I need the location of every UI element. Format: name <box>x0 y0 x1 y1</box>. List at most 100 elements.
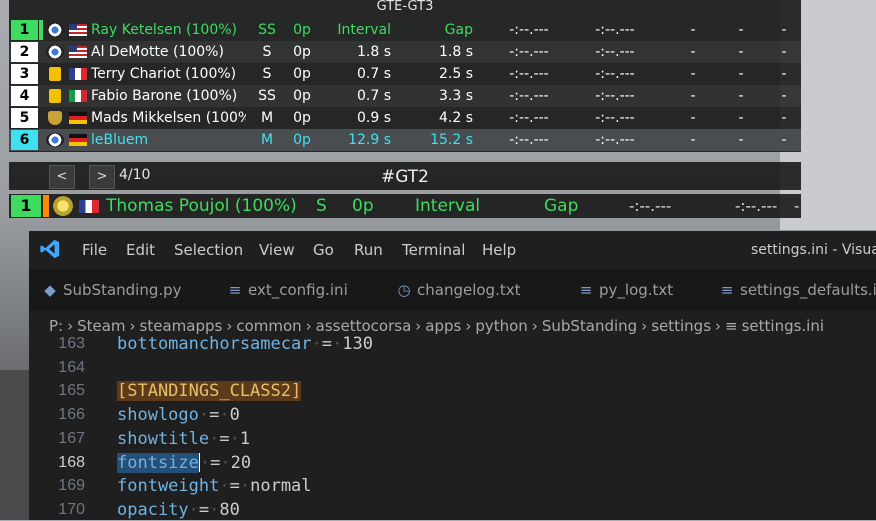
line-number: 166 <box>58 406 85 424</box>
pit-count: 0p <box>293 66 311 82</box>
code-line[interactable]: opacity·=·80 <box>117 499 240 521</box>
position-badge: 5 <box>11 108 38 128</box>
tab-ext-config-ini[interactable]: ≡ ext_config.ini <box>214 269 384 311</box>
breadcrumb-item[interactable]: apps <box>425 317 461 335</box>
tab-substanding-py[interactable]: ◆ SubStanding.py <box>29 269 215 311</box>
delta-value: - <box>738 132 744 148</box>
menu-view[interactable]: View <box>259 231 295 269</box>
whitespace-dot: · <box>209 499 220 520</box>
delta-value: - <box>738 44 744 60</box>
chevron-right-icon: › <box>531 317 538 335</box>
lap-time: -:--.--- <box>509 132 549 148</box>
lines-icon: ≡ <box>579 281 593 299</box>
pit-count: 0p <box>293 22 311 38</box>
best-lap-time: -:--.--- <box>595 110 635 126</box>
breadcrumb-item[interactable]: SubStanding <box>542 317 637 335</box>
whitespace-dot: · <box>198 405 210 426</box>
gap-value: 3.3 s <box>438 88 473 104</box>
delta-value: - <box>690 110 696 126</box>
italy-flag-icon <box>69 90 87 102</box>
pit-count: 0p <box>293 44 311 60</box>
breadcrumb-item[interactable]: python <box>475 317 527 335</box>
lap-time: -:--.--- <box>509 22 549 38</box>
interval-value: 0.9 s <box>356 110 391 126</box>
code-editor[interactable]: 163 bottomanchorsamecar·=·130 164 165 [STAND… <box>29 334 876 521</box>
code-line[interactable]: showlogo·=·0 <box>117 404 240 426</box>
equals-sign: = <box>229 476 240 497</box>
window-title: settings.ini - Visual <box>751 242 876 258</box>
delta-value: - <box>690 88 696 104</box>
code-line[interactable]: showtitle·=·1 <box>117 428 250 450</box>
code-line[interactable]: [STANDINGS_CLASS2] <box>117 380 302 402</box>
interval-value: 0.7 s <box>356 66 391 82</box>
driver-name: Terry Chariot (100%) <box>91 66 237 82</box>
gap-header: Gap <box>444 22 473 38</box>
menu-file[interactable]: File <box>82 231 107 269</box>
tab-settings-defaults-i[interactable]: ≡ settings_defaults.i <box>706 269 876 311</box>
gap-value: 15.2 s <box>430 132 473 148</box>
interval-header: Interval <box>415 196 481 216</box>
equals-sign: = <box>210 452 221 473</box>
delta-value: - <box>738 110 744 126</box>
line-number: 163 <box>58 335 85 352</box>
whitespace-dot: · <box>188 499 199 520</box>
whitespace-dot: · <box>219 476 230 497</box>
standings-row[interactable]: 5 Mads Mikkelsen (100% M 0p 0.9 s 4.2 s -:--.-… <box>9 107 801 129</box>
next-page-button[interactable]: > <box>89 165 115 189</box>
equals-sign: = <box>321 334 332 354</box>
lap-time: -:--.--- <box>509 88 549 104</box>
code-line[interactable]: bottomanchorsamecar·=·130 <box>117 333 373 355</box>
whitespace-dot: · <box>209 428 220 449</box>
germany-flag-icon <box>69 112 87 124</box>
standings-row[interactable]: 2 Al DeMotte (100%) S 0p 1.8 s 1.8 s -:--.--- -… <box>9 41 801 63</box>
lines-icon: ≡ <box>228 281 242 299</box>
driver-name: Thomas Poujol (100%) <box>106 196 297 216</box>
driver-name: leBluem <box>91 132 149 148</box>
driver-class: M <box>260 110 274 126</box>
driver-class: SS <box>258 22 276 38</box>
standings-row[interactable]: 6 leBluem M 0p 12.9 s 15.2 s -:--.--- -:--.--- -… <box>9 129 801 151</box>
clock-icon: ◷ <box>397 281 411 299</box>
interval-value: 12.9 s <box>348 132 391 148</box>
chevron-right-icon: › <box>715 317 722 335</box>
ini-key: bottomanchorsamecar <box>117 334 312 354</box>
menu-terminal[interactable]: Terminal <box>402 231 465 269</box>
standings-table: GTE-GT3 1 Ray Ketelsen (100%) SS 0p Interval… <box>9 0 801 152</box>
class-color-bar <box>43 195 49 217</box>
germany-flag-icon <box>69 134 87 146</box>
menu-selection[interactable]: Selection <box>174 231 243 269</box>
breadcrumb-item[interactable]: settings.ini <box>742 317 824 335</box>
usa-flag-icon <box>69 46 87 58</box>
menu-go[interactable]: Go <box>313 231 334 269</box>
menu-run[interactable]: Run <box>354 231 383 269</box>
equals-sign: = <box>209 405 220 426</box>
tab-label: SubStanding.py <box>63 281 182 299</box>
page-indicator: 4/10 <box>119 167 151 183</box>
equals-sign: = <box>219 428 230 449</box>
ini-value: 20 <box>230 452 252 473</box>
ferrari-logo-icon <box>49 67 61 81</box>
lap-time: -:--.--- <box>509 66 549 82</box>
bmw-logo-icon <box>46 45 64 59</box>
ini-value: 0 <box>229 405 240 426</box>
code-line[interactable]: fontsize·=·20 <box>117 452 251 474</box>
best-lap-time: -:--.--- <box>595 66 635 82</box>
standings-row[interactable]: 3 Terry Chariot (100%) S 0p 0.7 s 2.5 s -:--.-… <box>9 63 801 85</box>
leader-indicator <box>39 20 43 40</box>
driver-class: S <box>262 66 272 82</box>
menu-edit[interactable]: Edit <box>126 231 155 269</box>
tab-py-log-txt[interactable]: ≡ py_log.txt <box>565 269 707 311</box>
delta-value: - <box>690 66 696 82</box>
standings-row[interactable]: 1 Ray Ketelsen (100%) SS 0p Interval Gap -:--.… <box>9 19 801 41</box>
standings-row[interactable]: 4 Fabio Barone (100%) SS 0p 0.7 s 3.3 s -:--.-… <box>9 85 801 107</box>
ini-value: 130 <box>342 334 373 354</box>
driver-class: SS <box>258 88 276 104</box>
code-line[interactable]: fontweight·=·normal <box>117 475 312 497</box>
interval-value: 1.8 s <box>356 44 391 60</box>
tab-changelog-txt[interactable]: ◷ changelog.txt <box>383 269 566 311</box>
menu-help[interactable]: Help <box>482 231 516 269</box>
python-icon: ◆ <box>44 281 56 299</box>
breadcrumb-item[interactable]: settings <box>651 317 711 335</box>
position-badge: 3 <box>11 64 38 84</box>
prev-page-button[interactable]: < <box>49 165 75 189</box>
